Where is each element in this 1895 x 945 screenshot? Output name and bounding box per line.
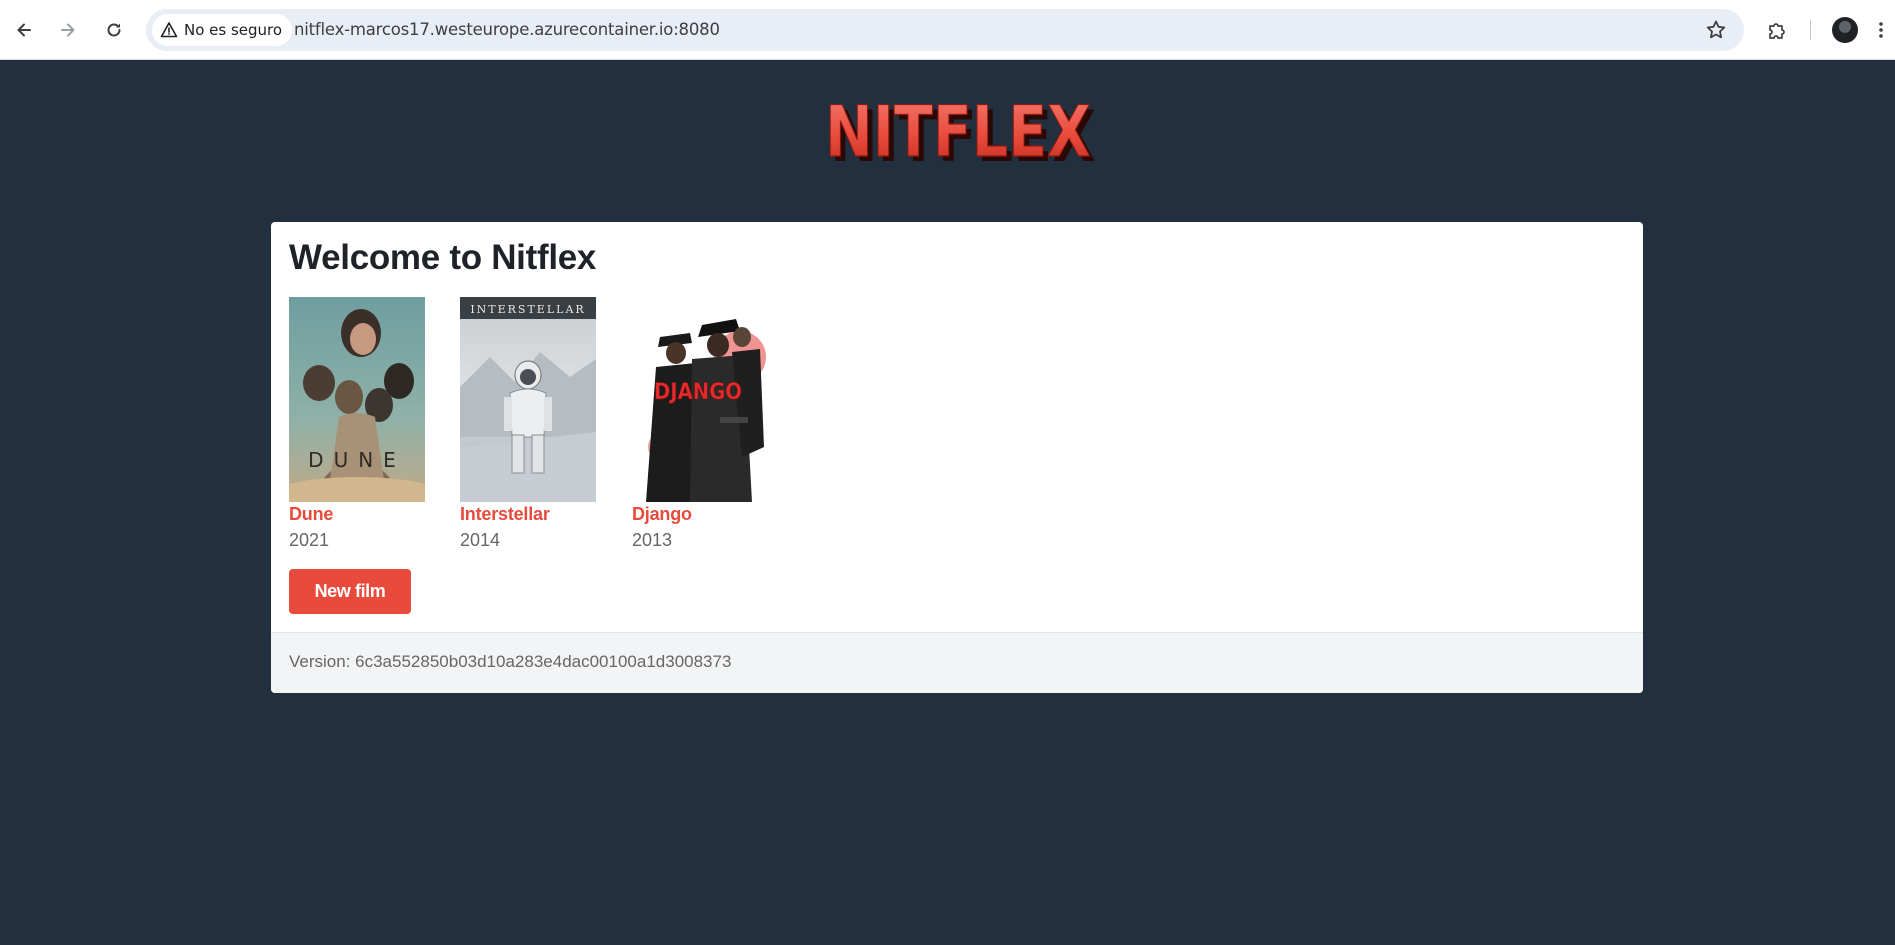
toolbar-divider: [1810, 20, 1811, 40]
page-title: Welcome to Nitflex: [289, 238, 597, 277]
film-card: DUNE Dune 2021: [289, 297, 429, 551]
nitflex-logo: NITFLEX NITFLEX: [824, 100, 1096, 166]
poster-interstellar[interactable]: INTERSTELLAR: [460, 297, 596, 502]
forward-button[interactable]: [52, 14, 84, 46]
security-chip[interactable]: No es seguro: [152, 14, 293, 46]
poster-dune-text: DUNE: [308, 448, 406, 472]
film-year: 2014: [460, 530, 501, 550]
poster-dune[interactable]: DUNE: [289, 297, 425, 502]
arrow-right-icon: [61, 23, 75, 37]
version-footer: Version: 6c3a552850b03d10a283e4dac00100a…: [271, 632, 1643, 693]
address-bar[interactable]: No es seguro nitflex-marcos17.westeurope…: [146, 9, 1744, 51]
film-title-link[interactable]: Interstellar: [460, 504, 600, 525]
version-text: Version: 6c3a552850b03d10a283e4dac00100a…: [289, 652, 732, 671]
logo-text: NITFLEX: [825, 100, 1091, 166]
puzzle-icon: [1769, 23, 1785, 39]
reload-icon: [107, 23, 121, 37]
film-card: INTERSTELLAR Interstellar 2014: [460, 297, 600, 551]
film-year: 2013: [632, 530, 673, 550]
extensions-button[interactable]: [1762, 15, 1792, 45]
film-year: 2021: [289, 530, 330, 550]
browser-toolbar: No es seguro nitflex-marcos17.westeurope…: [0, 0, 1895, 60]
warning-triangle-icon: [160, 22, 178, 38]
security-label: No es seguro: [184, 21, 283, 39]
back-button[interactable]: [8, 14, 40, 46]
poster-django[interactable]: DJANGO: [632, 297, 768, 502]
url-text[interactable]: nitflex-marcos17.westeurope.azurecontain…: [294, 20, 720, 39]
main-card: Welcome to Nitflex DUNE Dune 2021 INTERS…: [271, 222, 1643, 693]
kebab-menu-icon: [1879, 22, 1883, 38]
film-title-link[interactable]: Dune: [289, 504, 429, 525]
reload-button[interactable]: [98, 14, 130, 46]
new-film-button[interactable]: New film: [289, 569, 411, 614]
poster-interstellar-text: INTERSTELLAR: [470, 303, 585, 316]
film-title-link[interactable]: Django: [632, 504, 772, 525]
arrow-left-icon: [17, 23, 31, 37]
film-card: DJANGO Django 2013: [632, 297, 772, 551]
profile-avatar[interactable]: [1832, 17, 1858, 43]
bookmark-star-icon[interactable]: [1704, 18, 1728, 42]
browser-menu-button[interactable]: [1872, 15, 1890, 45]
poster-django-text: DJANGO: [654, 380, 742, 405]
